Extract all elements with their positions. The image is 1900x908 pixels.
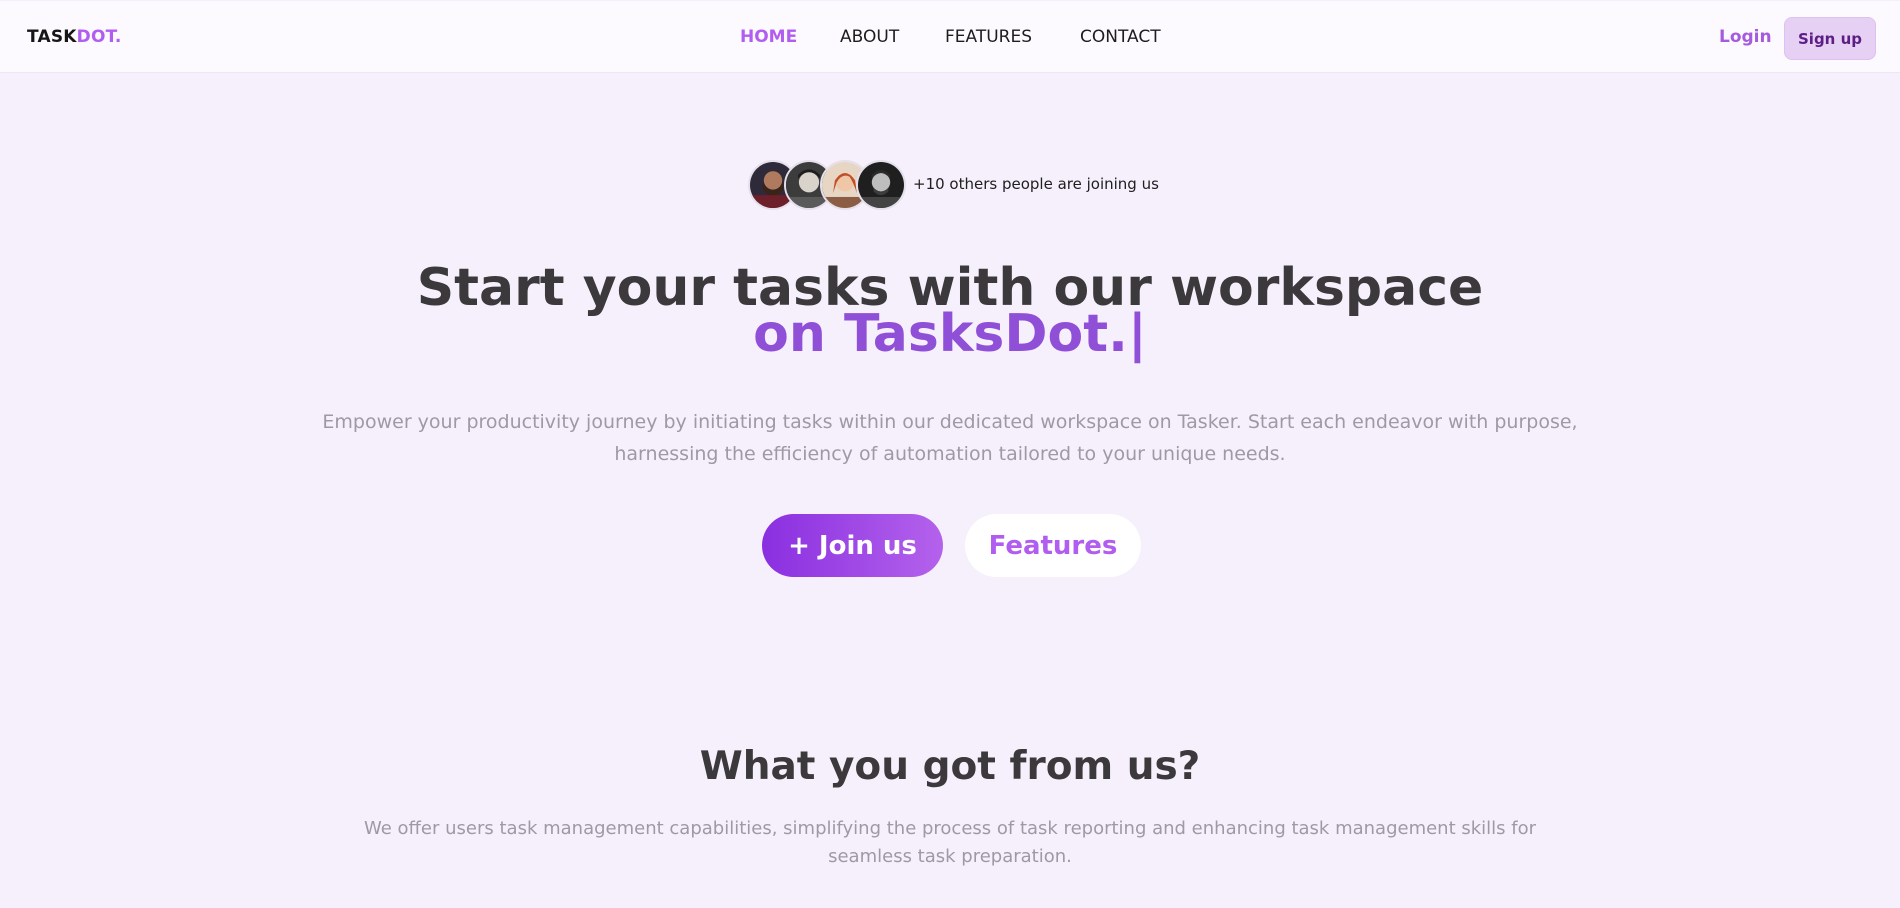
joined-users-avatars [748, 160, 908, 212]
nav-link-features[interactable]: FEATURES [945, 27, 1032, 47]
features-button[interactable]: Features [965, 514, 1141, 577]
nav-link-contact[interactable]: CONTACT [1080, 27, 1161, 47]
signup-button[interactable]: Sign up [1784, 17, 1876, 60]
hero-description: Empower your productivity journey by ini… [322, 411, 1578, 465]
brand-logo[interactable]: TASKDOT. [27, 27, 122, 47]
avatar-photo-4 [858, 162, 904, 208]
hero-title-accent: on TasksDot.| [753, 304, 1147, 364]
section-title: What you got from us? [699, 744, 1201, 789]
top-navbar: TASKDOT. HOME ABOUT FEATURES CONTACT Log… [0, 1, 1900, 73]
login-link[interactable]: Login [1719, 27, 1772, 47]
user-avatar-4 [856, 160, 906, 210]
join-us-button[interactable]: + Join us [762, 514, 943, 577]
section-description: We offer users task management capabilit… [363, 818, 1537, 867]
nav-link-about[interactable]: ABOUT [840, 27, 899, 47]
nav-link-home[interactable]: HOME [740, 27, 797, 47]
joining-count-text: +10 others people are joining us [913, 175, 1159, 193]
logo-accent: DOT. [76, 27, 122, 47]
logo-main: TASK [27, 27, 77, 47]
